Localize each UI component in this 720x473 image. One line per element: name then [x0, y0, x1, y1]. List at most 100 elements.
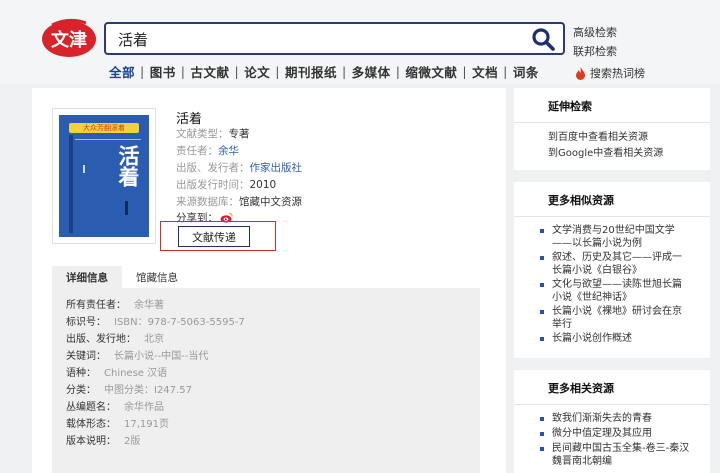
- detail-value: 2版: [124, 436, 141, 447]
- similar-item[interactable]: 叙述、历史及其它——评成一长篇小说《白银谷》: [540, 251, 690, 277]
- meta-value: 馆藏中文资源: [239, 196, 302, 208]
- item-label: 文学消费与20世纪中国文学——以长篇小说为例: [552, 225, 675, 249]
- advanced-search-link[interactable]: 高级检索: [573, 24, 617, 40]
- book-cover[interactable]: 大众芳翻滚着 活着: [52, 108, 156, 244]
- bullet: [540, 417, 544, 421]
- detail-label: 版本说明：: [66, 436, 116, 447]
- nav-multimedia[interactable]: 多媒体: [347, 62, 396, 81]
- bullet: [540, 337, 544, 341]
- bullet: [540, 283, 544, 287]
- meta-source-db: 来源数据库：馆藏中文资源: [176, 194, 302, 209]
- book-cover-image: 大众芳翻滚着 活着: [59, 115, 149, 237]
- related-resources-title: 更多相关资源: [548, 382, 614, 395]
- search-input[interactable]: [118, 29, 518, 49]
- detail-value: ISBN：978-7-5063-5595-7: [114, 317, 245, 328]
- related-item[interactable]: 民间藏中国古玉全集-卷三-秦汉魏晋南北朝编: [540, 442, 690, 468]
- detail-label: 语种：: [66, 368, 96, 379]
- cover-mark: [83, 165, 85, 173]
- search-icon[interactable]: [531, 27, 555, 51]
- record-detail-panel: 大众芳翻滚着 活着 活着 文献类型：专著 责任者：余华 出版、发行者：作家出版社…: [32, 88, 506, 473]
- item-label: 致我们渐渐失去的青春: [552, 413, 652, 424]
- bullet: [540, 256, 544, 260]
- tab-details[interactable]: 详细信息: [52, 266, 122, 288]
- similar-item[interactable]: 文化与欲望——读陈世旭长篇小说《世纪神话》: [540, 278, 690, 304]
- nav-periodicals[interactable]: 期刊报纸: [280, 62, 342, 81]
- extended-search-panel: 延伸检索 到百度中查看相关资源 到Google中查看相关资源: [514, 88, 710, 170]
- divider: [514, 404, 710, 405]
- detail-row: 关键词： 长篇小说--中国--当代: [66, 347, 208, 362]
- detail-row: 语种： Chinese 汉语: [66, 364, 167, 379]
- book-title: 活着: [176, 112, 203, 127]
- fire-icon: [576, 66, 585, 80]
- item-label: 长篇小说《裸地》研讨会在京举行: [552, 306, 682, 330]
- similar-item[interactable]: 长篇小说创作概述: [540, 332, 690, 345]
- similar-resources-panel: 更多相似资源 文学消费与20世纪中国文学——以长篇小说为例 叙述、历史及其它——…: [514, 182, 710, 358]
- detail-label: 所有责任者：: [66, 300, 126, 311]
- similar-resources-title: 更多相似资源: [548, 194, 614, 207]
- federated-search-link[interactable]: 联邦检索: [573, 43, 617, 59]
- bullet: [540, 229, 544, 233]
- nav-microfilm[interactable]: 缩微文献: [400, 62, 462, 81]
- detail-label: 分类：: [66, 385, 96, 396]
- nav-all[interactable]: 全部: [104, 62, 140, 81]
- detail-row: 载体形态： 17,191页: [66, 415, 169, 430]
- item-label: 微分中值定理及其应用: [552, 428, 652, 439]
- similar-item[interactable]: 长篇小说《裸地》研讨会在京举行: [540, 305, 690, 331]
- hot-words-link[interactable]: 搜索热词榜: [575, 65, 645, 81]
- meta-value: 专著: [228, 128, 250, 140]
- bullet: [540, 310, 544, 314]
- detail-value: 北京: [144, 334, 164, 345]
- meta-label: 文献类型：: [176, 128, 229, 140]
- header: 文津 高级检索 联邦检索 全部| 图书| 古文献| 论文| 期刊报纸| 多媒体|…: [0, 0, 720, 84]
- nav-papers[interactable]: 论文: [239, 62, 275, 81]
- meta-label: 出版发行时间：: [176, 179, 250, 191]
- document-delivery-button[interactable]: 文献传递: [178, 226, 250, 247]
- detail-row: 丛编题名： 余华作品: [66, 398, 164, 413]
- nav-books[interactable]: 图书: [145, 62, 181, 81]
- cover-mark: [125, 201, 128, 215]
- similar-item[interactable]: 文学消费与20世纪中国文学——以长篇小说为例: [540, 224, 690, 250]
- item-label: 叙述、历史及其它——评成一长篇小说《白银谷》: [552, 252, 682, 276]
- detail-label: 丛编题名：: [66, 402, 116, 413]
- related-resources-panel: 更多相关资源 致我们渐渐失去的青春 微分中值定理及其应用 民间藏中国古玉全集-卷…: [514, 370, 710, 473]
- cover-title: 活着: [116, 145, 141, 187]
- meta-publisher: 出版、发行者：作家出版社: [176, 160, 302, 175]
- meta-doc-type: 文献类型：专著: [176, 126, 250, 141]
- nav-entries[interactable]: 词条: [508, 62, 544, 81]
- detail-label: 出版、发行地：: [66, 334, 136, 345]
- detail-row: 分类： 中图分类：I247.57: [66, 381, 192, 396]
- related-item[interactable]: 微分中值定理及其应用: [540, 427, 690, 440]
- detail-value: 17,191页: [124, 419, 169, 430]
- detail-label: 关键词：: [66, 351, 106, 362]
- detail-value: 余华作品: [124, 402, 164, 413]
- author-link[interactable]: 余华: [218, 145, 239, 157]
- meta-label: 责任者：: [176, 145, 218, 157]
- detail-row: 所有责任者： 余华著: [66, 296, 164, 311]
- detail-label: 标识号：: [66, 317, 106, 328]
- item-label: 长篇小说创作概述: [552, 333, 632, 344]
- detail-value: 中图分类：I247.57: [104, 385, 192, 396]
- meta-pub-time: 出版发行时间：2010: [176, 177, 276, 192]
- cover-banner: 大众芳翻滚着: [69, 123, 139, 133]
- divider: [514, 122, 710, 123]
- detail-row: 版本说明： 2版: [66, 432, 140, 447]
- bullet: [540, 432, 544, 436]
- wenjin-logo[interactable]: 文津: [40, 17, 98, 59]
- details-panel: 所有责任者： 余华著 标识号： ISBN：978-7-5063-5595-7 出版、…: [52, 288, 480, 473]
- baidu-search-link[interactable]: 到百度中查看相关资源: [548, 128, 648, 143]
- google-search-link[interactable]: 到Google中查看相关资源: [548, 144, 663, 159]
- related-item[interactable]: 致我们渐渐失去的青春: [540, 412, 690, 425]
- detail-tabs: 详细信息 馆藏信息: [52, 266, 192, 288]
- cover-stripe: [69, 135, 73, 233]
- divider: [514, 216, 710, 217]
- detail-value: 长篇小说--中国--当代: [114, 351, 209, 362]
- detail-value: 余华著: [134, 300, 164, 311]
- search-box: [104, 22, 565, 55]
- tab-holdings[interactable]: 馆藏信息: [122, 266, 192, 288]
- logo-text: 文津: [51, 29, 87, 51]
- extended-search-title: 延伸检索: [548, 100, 592, 113]
- item-label: 文化与欲望——读陈世旭长篇小说《世纪神话》: [552, 279, 682, 303]
- nav-documents[interactable]: 文档: [467, 62, 503, 81]
- nav-ancient[interactable]: 古文献: [185, 62, 234, 81]
- publisher-link[interactable]: 作家出版社: [250, 162, 303, 174]
